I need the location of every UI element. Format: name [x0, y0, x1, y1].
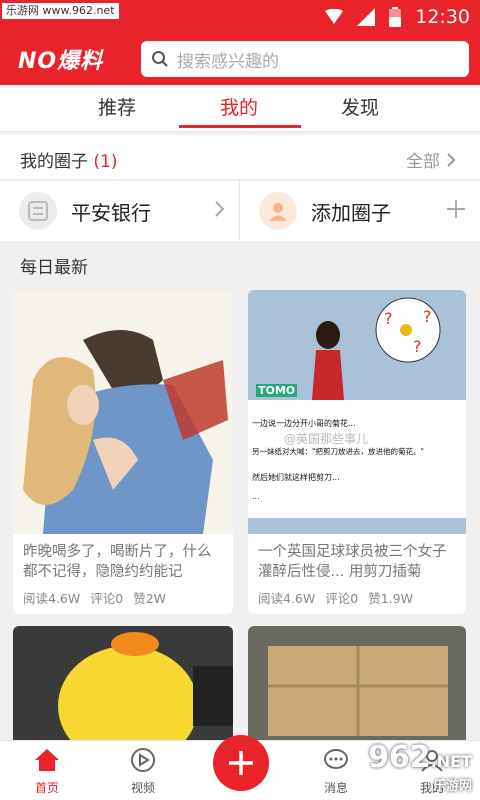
bottom-nav: 首页 视频 消息 我的 962.NET 乐游网 — [0, 735, 480, 800]
clock: 12:30 — [415, 6, 470, 28]
circle-label: 添加圈子 — [311, 200, 391, 225]
bank-logo-icon — [19, 192, 57, 230]
card-title: 一个英国足球球员被三个女子灌醉后性侵... 用剪刀插菊 — [258, 544, 447, 580]
play-icon — [131, 748, 155, 772]
message-icon — [324, 749, 348, 769]
publish-button[interactable] — [213, 735, 269, 791]
feed-card[interactable] — [13, 626, 233, 746]
circle-item-pingan-bank[interactable]: 平安银行 — [0, 181, 240, 241]
top-tabs: 推荐 我的 发现 — [0, 85, 480, 132]
comment-count: 评论0 — [90, 591, 124, 606]
app-logo: NO爆料 — [18, 49, 104, 74]
add-circle-button[interactable]: 添加圈子 — [240, 181, 480, 241]
read-count: 阅读4.6W — [23, 591, 81, 606]
search-input[interactable]: 搜索感兴趣的 — [177, 47, 279, 72]
circles-row: 平安银行 添加圈子 — [0, 181, 480, 241]
feed-image — [13, 290, 233, 534]
feed-image: ? ? ? TOMO 一边说一边分开小哥的菊花... @英国那些事儿 另一妹纸对… — [248, 290, 466, 534]
like-count: 赞2W — [133, 591, 167, 606]
section-title: 每日最新 — [20, 258, 88, 278]
tab-mine[interactable]: 我的 — [220, 93, 258, 120]
feed-image — [248, 626, 466, 746]
my-circles-title: 我的圈子 (1) — [20, 152, 118, 172]
feed-card[interactable]: ? ? ? TOMO 一边说一边分开小哥的菊花... @英国那些事儿 另一妹纸对… — [248, 290, 466, 614]
active-tab-indicator — [179, 125, 301, 128]
image-caption-line: 然后她们就这样把剪刀... — [252, 473, 340, 482]
nav-home[interactable]: 首页 — [17, 747, 77, 796]
search-icon — [152, 51, 168, 67]
comment-count: 评论0 — [325, 591, 359, 606]
app-header: NO爆料 搜索感兴趣的 — [0, 33, 480, 85]
all-circles-link[interactable]: 全部 — [406, 147, 456, 172]
image-caption-line: ... — [252, 492, 260, 501]
home-icon — [35, 749, 59, 771]
read-count: 阅读4.6W — [258, 591, 316, 606]
chevron-right-icon — [447, 152, 456, 167]
search-box[interactable]: 搜索感兴趣的 — [141, 41, 469, 77]
card-title: 昨晚喝多了，喝断片了，什么都不记得，隐隐约约能记 — [23, 544, 212, 580]
feed-card[interactable]: 昨晚喝多了，喝断片了，什么都不记得，隐隐约约能记 阅读4.6W 评论0 赞2W — [13, 290, 233, 614]
status-bar: 乐游网 www.962.net 12:30 — [0, 0, 480, 33]
circle-label: 平安银行 — [71, 200, 151, 225]
plus-icon — [229, 751, 253, 775]
svg-text:?: ? — [413, 337, 422, 356]
my-circles-header: 我的圈子 (1) 全部 — [0, 135, 480, 180]
svg-text:?: ? — [423, 307, 432, 326]
feed-image — [13, 626, 233, 746]
corner-watermark: 962.NET 乐游网 — [368, 740, 472, 794]
svg-text:?: ? — [384, 309, 393, 328]
like-count: 赞1.9W — [368, 591, 413, 606]
plus-icon — [447, 200, 465, 218]
chevron-right-icon — [215, 201, 225, 217]
nav-messages[interactable]: 消息 — [306, 747, 366, 796]
image-caption-line: @英国那些事儿 — [284, 432, 369, 446]
site-watermark: 乐游网 www.962.net — [2, 3, 119, 19]
feed-card[interactable] — [248, 626, 466, 746]
image-logo-tomo: TOMO — [256, 384, 298, 397]
card-stats: 阅读4.6W 评论0 赞1.9W — [258, 588, 413, 607]
image-caption-line: 一边说一边分开小哥的菊花... — [252, 419, 356, 428]
tab-discover[interactable]: 发现 — [341, 93, 379, 120]
circle-count: (1) — [93, 152, 118, 172]
nav-video[interactable]: 视频 — [113, 747, 173, 796]
wifi-icon — [325, 9, 344, 24]
image-caption-line: 另一妹纸对大喊："把剪刀放进去，放进他的菊花。" — [252, 447, 424, 456]
signal-icon — [357, 8, 376, 26]
person-icon — [259, 192, 297, 230]
tab-recommend[interactable]: 推荐 — [98, 93, 136, 120]
card-stats: 阅读4.6W 评论0 赞2W — [23, 588, 166, 607]
battery-icon — [389, 7, 402, 27]
